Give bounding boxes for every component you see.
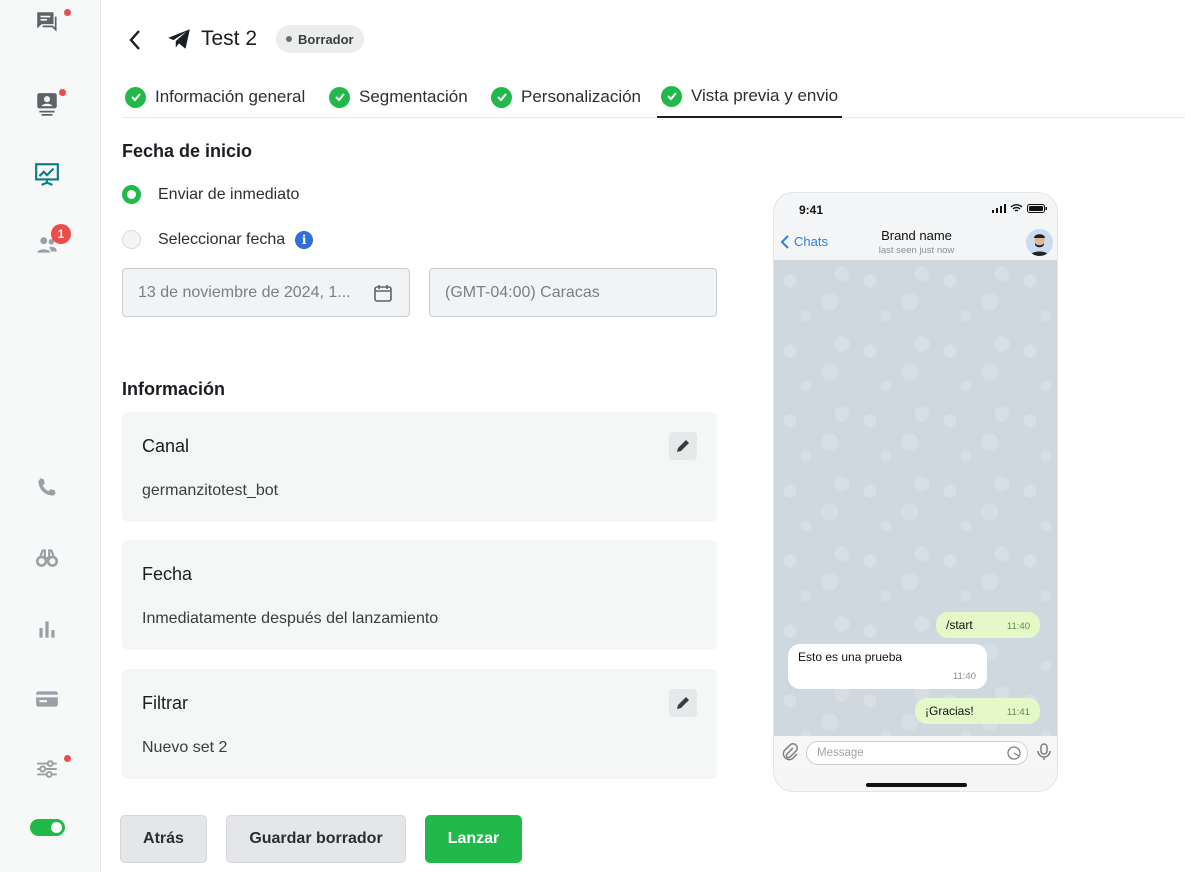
message-placeholder: Message bbox=[817, 747, 864, 759]
card-title: Canal bbox=[142, 436, 190, 456]
tab-label: Vista previa y envio bbox=[691, 86, 839, 105]
microphone-icon[interactable] bbox=[1036, 743, 1052, 761]
save-draft-button[interactable]: Guardar borrador bbox=[226, 815, 406, 863]
message-input-bar: Message bbox=[774, 736, 1057, 771]
info-icon[interactable]: i bbox=[295, 230, 314, 249]
tab-label: Información general bbox=[155, 87, 306, 106]
timezone-value: (GMT-04:00) Caracas bbox=[445, 283, 600, 301]
tab-informacion-general[interactable]: Información general bbox=[125, 76, 305, 118]
message-time: 11:40 bbox=[952, 671, 976, 682]
card-title: Fecha bbox=[142, 564, 193, 584]
bar-chart-icon[interactable] bbox=[33, 615, 61, 643]
users-count-badge: 1 bbox=[51, 224, 71, 244]
date-value: 13 de noviembre de 2024, 1... bbox=[138, 283, 351, 301]
schedule-title: Fecha de inicio bbox=[122, 141, 253, 161]
message-time: 11:40 bbox=[1006, 621, 1030, 632]
phone-icon[interactable] bbox=[33, 474, 61, 502]
message-text: Esto es una prueba bbox=[798, 650, 903, 664]
check-circle-icon bbox=[491, 86, 512, 108]
chat-area: /start 11:40 Esto es una prueba 11:40 ¡G… bbox=[774, 260, 1057, 736]
status-dot bbox=[286, 36, 292, 42]
page-title: Test 2 bbox=[201, 27, 258, 50]
campaign-icon[interactable] bbox=[33, 160, 61, 188]
message-bubble-out: /start 11:40 bbox=[936, 612, 1040, 638]
card-title: Filtrar bbox=[142, 693, 188, 713]
message-text: /start bbox=[946, 618, 973, 632]
message-bubble-in: Esto es una prueba 11:40 bbox=[788, 644, 987, 689]
status-label: Borrador bbox=[298, 31, 354, 47]
tab-personalizacion[interactable]: Personalización bbox=[491, 76, 641, 118]
pencil-icon bbox=[677, 697, 689, 709]
chat-header: Brand name last seen just now Chats bbox=[774, 225, 1057, 260]
sticker-icon[interactable] bbox=[1007, 746, 1021, 760]
edit-filtrar-button[interactable] bbox=[669, 689, 697, 717]
chevron-left-icon bbox=[780, 234, 789, 249]
info-card-filtrar: Filtrar Nuevo set 2 bbox=[122, 669, 717, 779]
binoculars-icon[interactable] bbox=[33, 544, 61, 572]
message-bubble-out: ¡Gracias! 11:41 bbox=[915, 698, 1040, 724]
sidebar: 1 bbox=[0, 0, 101, 872]
timezone-field[interactable]: (GMT-04:00) Caracas bbox=[429, 268, 717, 317]
info-title: Información bbox=[122, 379, 226, 399]
status-toggle[interactable] bbox=[30, 819, 65, 836]
card-value: Inmediatamente después del lanzamiento bbox=[142, 610, 439, 627]
message-time: 11:41 bbox=[1006, 707, 1030, 718]
tab-label: Segmentación bbox=[359, 87, 468, 106]
radio-unselected[interactable] bbox=[122, 230, 141, 249]
card-value: Nuevo set 2 bbox=[142, 739, 228, 756]
check-circle-icon bbox=[125, 86, 146, 108]
edit-canal-button[interactable] bbox=[669, 432, 697, 460]
contact-icon[interactable] bbox=[33, 90, 61, 118]
wizard-tabs: Información general Segmentación Persona… bbox=[122, 76, 1185, 118]
wifi-icon bbox=[1010, 204, 1023, 212]
sliders-icon[interactable] bbox=[33, 755, 61, 783]
paperclip-icon[interactable] bbox=[781, 743, 799, 761]
chats-back-link[interactable]: Chats bbox=[780, 234, 828, 249]
message-text: ¡Gracias! bbox=[925, 704, 974, 718]
calendar-icon[interactable] bbox=[373, 283, 393, 303]
radio-select-date[interactable]: Seleccionar fecha i bbox=[122, 230, 314, 249]
info-card-fecha: Fecha Inmediatamente después del lanzami… bbox=[122, 540, 717, 650]
notification-dot bbox=[64, 9, 71, 16]
avatar bbox=[1026, 229, 1053, 256]
telegram-send-icon bbox=[166, 26, 192, 52]
tab-label: Personalización bbox=[521, 87, 642, 106]
notification-dot bbox=[59, 89, 66, 96]
chats-label: Chats bbox=[794, 234, 828, 249]
phone-status-bar: 9:41 bbox=[774, 193, 1057, 225]
date-field[interactable]: 13 de noviembre de 2024, 1... bbox=[122, 268, 410, 317]
card-icon[interactable] bbox=[33, 685, 61, 713]
check-circle-icon bbox=[329, 86, 350, 108]
notification-dot bbox=[64, 755, 71, 762]
card-value: germanzitotest_bot bbox=[142, 482, 279, 499]
check-circle-icon bbox=[661, 85, 682, 107]
home-indicator bbox=[866, 783, 967, 787]
phone-time: 9:41 bbox=[799, 203, 824, 217]
message-input[interactable]: Message bbox=[806, 741, 1028, 765]
telegram-preview: 9:41 Brand name last seen just now Chats… bbox=[773, 192, 1058, 792]
radio-selected[interactable] bbox=[122, 185, 141, 204]
tab-vista-previa[interactable]: Vista previa y envio bbox=[657, 76, 843, 118]
tab-segmentacion[interactable]: Segmentación bbox=[329, 76, 468, 118]
radio-send-immediately[interactable]: Enviar de inmediato bbox=[122, 185, 299, 204]
pencil-icon bbox=[677, 440, 689, 452]
back-arrow-button[interactable] bbox=[122, 26, 148, 54]
info-card-canal: Canal germanzitotest_bot bbox=[122, 412, 717, 522]
radio-label: Seleccionar fecha bbox=[158, 230, 286, 248]
system-icons bbox=[992, 204, 1047, 213]
status-badge: Borrador bbox=[276, 25, 364, 53]
back-button[interactable]: Atrás bbox=[120, 815, 207, 863]
launch-button[interactable]: Lanzar bbox=[425, 815, 522, 863]
battery-icon bbox=[1027, 204, 1047, 213]
chat-icon[interactable] bbox=[33, 8, 61, 36]
radio-label: Enviar de inmediato bbox=[158, 185, 300, 203]
signal-icon bbox=[992, 204, 1006, 213]
